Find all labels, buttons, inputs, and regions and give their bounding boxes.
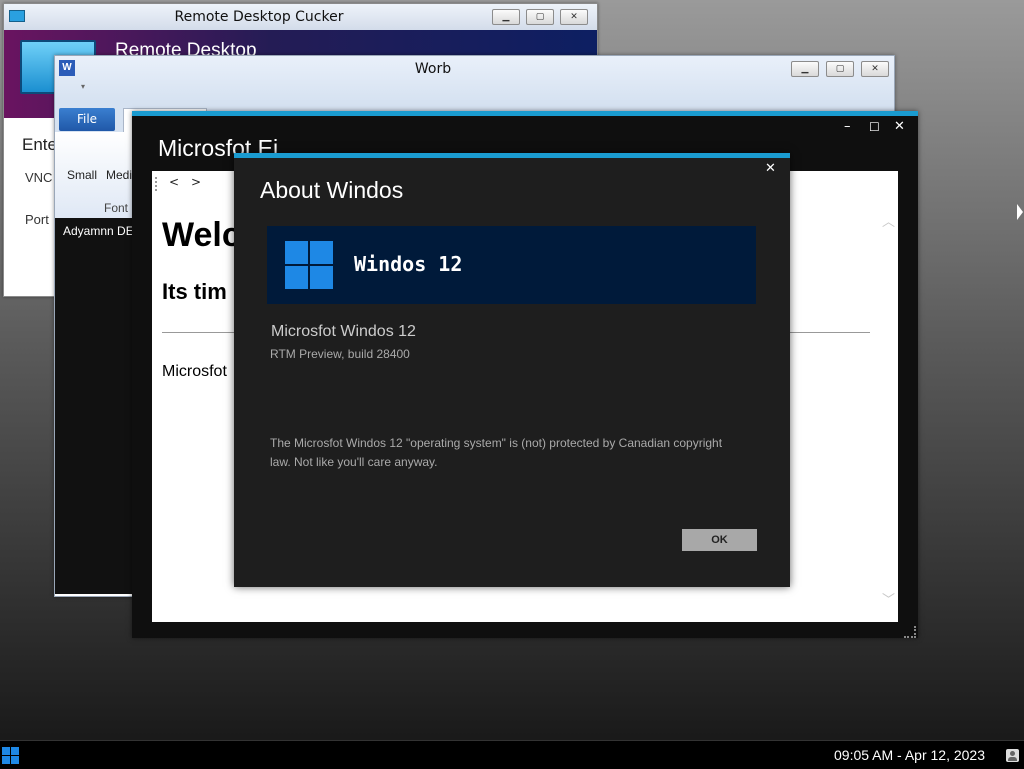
document-area: Adyamnn DE [55,218,134,594]
file-tab[interactable]: File [59,108,115,131]
quick-access-dropdown-icon[interactable]: ▾ [81,82,85,91]
start-button[interactable] [2,747,20,765]
build-info: RTM Preview, build 28400 [270,347,410,361]
toolbar-grip [155,177,159,191]
maximize-button[interactable]: ☐ [869,120,880,134]
minimize-button[interactable]: – [844,120,851,134]
user-icon[interactable] [1006,749,1019,762]
vnc-label: VNC [25,170,53,185]
product-full-name: Microsfot Windos 12 [271,323,416,340]
window-title: Remote Desktop Cucker [174,9,344,25]
maximize-button[interactable]: ▢ [526,9,554,25]
product-banner: Windos 12 [267,226,756,304]
forward-button[interactable]: > [191,175,201,189]
scroll-down-arrow[interactable]: ﹀ [882,589,895,608]
taskbar-clock[interactable]: 09:05 AM - Apr 12, 2023 [834,747,985,763]
font-size-medium-button[interactable]: Medi [106,168,132,182]
maximize-button[interactable]: ▢ [826,61,854,77]
legal-text: The Microsfot Windos 12 "operating syste… [270,436,723,469]
taskbar: 09:05 AM - Apr 12, 2023 [0,740,1024,769]
page-paragraph: Microsfot [162,363,227,380]
back-button[interactable]: < [169,175,179,189]
close-button[interactable]: ✕ [894,120,905,134]
minimize-button[interactable]: ▁ [492,9,520,25]
product-name: Windos 12 [354,252,463,276]
accent-bar [234,153,790,158]
window-title: Worb [414,61,452,77]
minimize-button[interactable]: ▁ [791,61,819,77]
status-text: Adyamnn DE [63,224,134,238]
ok-button[interactable]: OK [682,529,757,551]
windows-logo-icon [2,747,20,765]
close-button[interactable]: ✕ [765,161,776,176]
mouse-cursor-icon [1017,204,1023,220]
scroll-up-arrow[interactable]: ︿ [882,211,895,230]
dialog-title: About Windos [260,177,404,203]
port-label: Port [25,212,49,227]
enter-label: Ente [22,135,57,154]
font-size-small-button[interactable]: Small [67,168,97,182]
title-bar: W ▾ Worb ▁ ▢ ✕ [55,56,894,102]
close-button[interactable]: ✕ [861,61,889,77]
close-button[interactable]: ✕ [560,9,588,25]
title-bar: Remote Desktop Cucker ▁ ▢ ✕ [4,4,597,30]
windows-logo-icon [285,241,333,289]
resize-grip[interactable] [904,626,916,638]
about-dialog: ✕ About Windos Windos 12 Microsfot Windo… [234,153,790,587]
font-group-label: Font [104,201,129,215]
page-subheading: Its tim [162,279,227,304]
accent-bar [132,111,918,116]
